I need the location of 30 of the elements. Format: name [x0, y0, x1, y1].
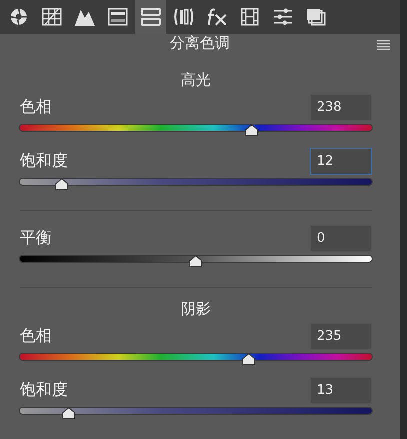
grid-icon: [42, 8, 62, 26]
lens-icon: [174, 8, 194, 26]
saturation-slider[interactable]: [20, 178, 372, 191]
saturation-slider[interactable]: [20, 407, 372, 420]
balance-slider[interactable]: [20, 255, 372, 268]
split-toning-icon: [140, 8, 160, 26]
panel-tab[interactable]: [135, 0, 166, 34]
slider-label: 饱和度: [20, 150, 68, 172]
gradient-bars-icon: [108, 8, 128, 26]
slider-label: 色相: [20, 96, 52, 118]
film-strip-icon: [240, 8, 258, 26]
slider-label: 色相: [20, 326, 52, 346]
mountain-icon: [74, 8, 94, 26]
value-field[interactable]: 12: [310, 148, 372, 174]
menu-icon[interactable]: [377, 40, 390, 50]
section-heading: 高光: [181, 71, 211, 90]
panel-title: 分离色调: [170, 34, 230, 53]
value-field[interactable]: 235: [310, 322, 372, 350]
value-field[interactable]: 13: [310, 376, 372, 404]
sliders-icon: [272, 8, 292, 26]
value-field[interactable]: 0: [310, 224, 372, 252]
aperture-icon: [10, 8, 28, 26]
stacked-layers-icon: [306, 8, 326, 26]
slider-label: 饱和度: [20, 380, 68, 400]
slider-label: 平衡: [20, 228, 52, 248]
value-field[interactable]: 238: [310, 94, 372, 120]
hue-slider[interactable]: [20, 124, 372, 137]
section-heading: 阴影: [181, 300, 211, 319]
hue-slider[interactable]: [20, 353, 372, 366]
effects-icon: [206, 8, 228, 26]
